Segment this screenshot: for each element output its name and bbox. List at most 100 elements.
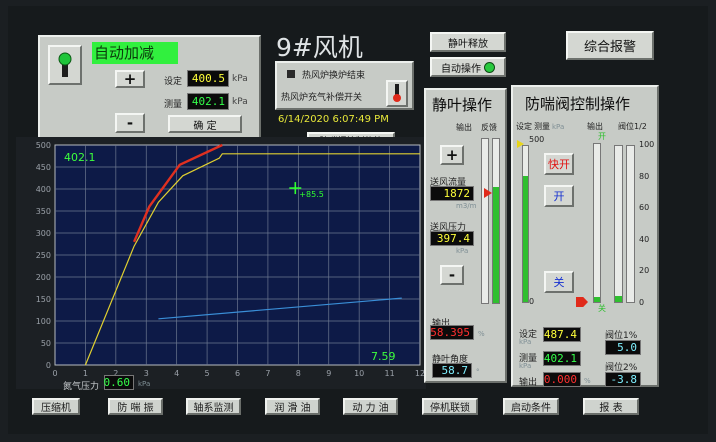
as-out-label: 输出 [519,378,538,388]
fast-open-button[interactable]: 快开 [544,153,574,175]
antisurge-set-header: 设定 [516,122,532,131]
heater-status-indicator [287,70,295,78]
antisurge-output-fill [594,297,600,302]
valve1-fill [615,295,622,302]
switch-icon [393,83,401,102]
stator-release-button[interactable]: 静叶释放 [430,32,506,52]
antisurge-panel: 防喘阀控制操作 设定 测量 kPa 输出 阀位1/2 500 0 快开 开 关 … [511,85,659,388]
valve-scale-label: 100 [639,140,655,149]
valve2-value: -3.8 [605,372,641,387]
measure-label: 测量 [164,100,183,110]
y-tick-label: 200 [36,273,51,282]
valve1-bar [614,145,623,303]
stator-title: 静叶操作 [432,96,493,114]
hmi-screen: 自动加减 + 设定 400.5 kPa 测量 402.1 kPa - 确 定 9… [8,6,708,434]
y-tick-label: 400 [36,185,51,194]
flow-unit: m3/m [456,202,477,210]
close-marker: 关 [598,304,606,313]
antisurge-measure-header: 测量 [534,122,550,131]
stator-feedback-bar [492,138,500,304]
heater-panel: 热风炉换炉结束 热风炉充气补偿开关 [275,61,414,110]
left-scale-max: 500 [529,135,545,144]
y-tick-label: 350 [36,207,51,216]
angle-value: 58.7 [432,363,472,378]
valve-scale-label: 80 [639,171,650,181]
open-button[interactable]: 开 [544,185,574,207]
x-tick-label: 0 [52,369,57,378]
as-out-unit: % [584,377,591,385]
output-pointer [576,297,588,307]
stator-feedback-fill [493,186,499,303]
y-tick-label: 150 [36,295,51,304]
stator-out-value: 58.395 [430,325,474,340]
valve-scale-label: 60 [639,203,650,213]
flow-value: 1872 [430,186,474,201]
valve-scale-label: 20 [639,266,650,276]
left-scale-min: 0 [529,297,535,306]
increase-button[interactable]: + [115,70,145,88]
y-tick-label: 250 [36,251,51,260]
setpoint-label: 设定 [164,77,183,87]
nav-start-conditions[interactable]: 启动条件 [503,398,559,415]
x-tick-label: 5 [205,369,210,378]
x-tick-label: 7 [265,369,270,378]
auto-control-panel: 自动加减 + 设定 400.5 kPa 测量 402.1 kPa - 确 定 [38,35,261,142]
decrease-button[interactable]: - [115,113,145,133]
as-meas-unit: kPa [519,362,532,370]
x-tick-label: 8 [296,369,301,378]
heater-switch-label: 热风炉充气补偿开关 [281,93,363,103]
surge-trend-chart: 500450400350300250200150100500 012345678… [16,137,426,389]
y-tick-label: 50 [41,339,51,348]
x-readout: 7.59 [371,350,396,363]
stator-setpoint-pointer [484,188,492,198]
nav-report[interactable]: 报 表 [583,398,639,415]
as-set-unit: kPa [519,338,532,346]
x-tick-label: 6 [235,369,240,378]
x-tick-label: 9 [326,369,331,378]
valve-scale-label: 0 [639,298,645,307]
setpoint-value: 400.5 [187,70,229,87]
nav-shaft-monitor[interactable]: 轴系监测 [186,398,241,415]
alarm-button[interactable]: 综合报警 [566,31,654,60]
marker-label: +85.5 [299,190,324,199]
stator-output-header: 输出 [456,123,472,132]
auto-operation-label: 自动操作 [441,63,481,75]
valve2-bar [626,145,635,303]
nitrogen-pressure-label: 氮气压力 [63,382,100,392]
as-set-value: 487.4 [543,327,581,342]
nitrogen-pressure-unit: kPa [138,380,151,388]
mode-label: 自动加减 [92,42,178,64]
nav-shutdown-interlock[interactable]: 停机联锁 [422,398,478,415]
antisurge-measure-header-unit: kPa [552,123,565,131]
measure-unit: kPa [232,97,248,107]
toggle-switch[interactable] [48,45,82,85]
y-readout: 402.1 [64,151,96,164]
x-tick-label: 4 [174,369,179,378]
confirm-button[interactable]: 确 定 [168,115,242,133]
pressure-unit: kPa [456,247,469,255]
x-tick-label: 3 [144,369,149,378]
close-button[interactable]: 关 [544,271,574,293]
valve-scale-label: 40 [639,234,650,244]
stator-increase-button[interactable]: + [440,145,464,165]
x-tick-label: 10 [354,369,364,378]
stator-output-bar [481,138,489,304]
y-tick-label: 100 [36,317,51,326]
auto-operation-button[interactable]: 自动操作 [430,57,506,77]
nav-power-oil[interactable]: 动 力 油 [343,398,398,415]
datetime-display: 6/14/2020 6:07:49 PM [278,114,389,125]
antisurge-output-bar [593,143,601,303]
nav-antisurge[interactable]: 防 喘 振 [108,398,163,415]
stator-out-unit: % [478,330,485,338]
nitrogen-pressure-value: 0.60 [104,375,134,390]
y-tick-label: 500 [36,141,51,150]
nav-compressor[interactable]: 压缩机 [32,398,80,415]
antisurge-measure-fill [523,175,528,302]
stator-decrease-button[interactable]: - [440,265,464,285]
heater-switch[interactable] [386,80,408,107]
x-tick-label: 1 [83,369,88,378]
x-tick-label: 11 [384,369,394,378]
nav-lube-oil[interactable]: 润 滑 油 [265,398,320,415]
y-tick-label: 450 [36,163,51,172]
pressure-value: 397.4 [430,231,474,246]
